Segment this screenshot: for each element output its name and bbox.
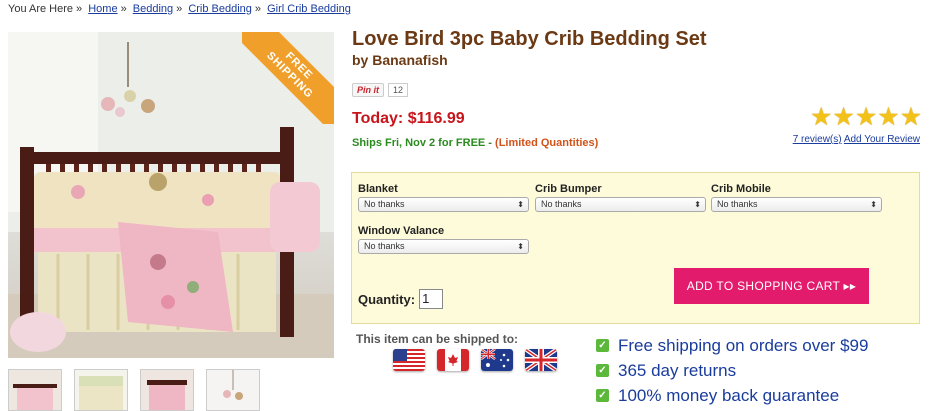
ships-date-text: Ships Fri, Nov 2 for FREE -	[352, 137, 492, 149]
option-label-crib-mobile: Crib Mobile	[711, 183, 771, 195]
product-main-image[interactable]: FREE SHIPPING	[8, 32, 334, 358]
select-crib-bumper[interactable]: No thanks ⬍	[535, 197, 706, 212]
star-icon: ★	[832, 103, 855, 131]
quantity-row: Quantity: 1	[358, 289, 444, 309]
pin-count: 12	[388, 83, 409, 97]
benefit-text: 365 day returns	[618, 360, 737, 380]
quantity-label: Quantity:	[358, 291, 416, 307]
checkmark-icon: ✓	[596, 339, 609, 352]
ship-to-label: This item can be shipped to:	[356, 332, 519, 346]
select-crib-bumper-value: No thanks	[541, 199, 582, 209]
benefits-list: ✓ Free shipping on orders over $99 ✓ 365…	[596, 333, 868, 408]
thumbnail-strip	[8, 369, 260, 411]
product-options-panel: Blanket No thanks ⬍ Crib Bumper No thank…	[351, 172, 920, 324]
pinterest-widget: Pin it 12	[352, 83, 409, 97]
select-arrows-icon: ⬍	[517, 242, 524, 251]
select-crib-mobile[interactable]: No thanks ⬍	[711, 197, 882, 212]
us-flag-icon	[393, 349, 425, 371]
select-arrows-icon: ⬍	[517, 200, 524, 209]
breadcrumb: You Are Here» Home» Bedding» Crib Beddin…	[8, 3, 351, 15]
canada-flag-icon	[437, 349, 469, 371]
option-label-crib-bumper: Crib Bumper	[535, 183, 602, 195]
benefit-item: ✓ Free shipping on orders over $99	[596, 333, 868, 358]
uk-flag-icon	[525, 349, 557, 371]
select-blanket-value: No thanks	[364, 199, 405, 209]
star-icon: ★	[854, 103, 878, 131]
star-icon: ★	[877, 103, 900, 131]
checkmark-icon: ✓	[596, 389, 609, 402]
option-blanket: Blanket No thanks ⬍	[358, 183, 529, 212]
checkmark-icon: ✓	[596, 364, 609, 377]
select-window-valance-value: No thanks	[364, 241, 405, 251]
limited-quantities-text: (Limited Quantities)	[495, 137, 599, 149]
ship-to-flags	[393, 349, 557, 371]
product-price: Today: $116.99	[352, 110, 465, 127]
breadcrumb-link-crib-bedding[interactable]: Crib Bedding	[188, 3, 252, 15]
breadcrumb-link-bedding[interactable]: Bedding	[133, 3, 173, 15]
benefit-text: 100% money back guarantee	[618, 385, 840, 405]
option-window-valance: Window Valance No thanks ⬍	[358, 225, 529, 254]
ships-info: Ships Fri, Nov 2 for FREE - (Limited Qua…	[352, 137, 598, 149]
option-crib-bumper: Crib Bumper No thanks ⬍	[535, 183, 706, 212]
select-arrows-icon: ⬍	[694, 200, 701, 209]
star-icon: ★	[899, 103, 923, 131]
pin-it-button[interactable]: Pin it	[352, 83, 384, 97]
select-crib-mobile-value: No thanks	[717, 199, 758, 209]
select-arrows-icon: ⬍	[870, 200, 877, 209]
free-shipping-ribbon: FREE SHIPPING	[242, 32, 334, 124]
thumbnail-1[interactable]	[8, 369, 62, 411]
benefit-item: ✓ 100% money back guarantee	[596, 383, 868, 408]
option-label-window-valance: Window Valance	[358, 225, 445, 237]
star-icon: ★	[810, 103, 833, 131]
thumbnail-3[interactable]	[140, 369, 194, 411]
add-to-cart-button[interactable]: ADD TO SHOPPING CART ▸▸	[674, 268, 869, 304]
australia-flag-icon	[481, 349, 513, 371]
breadcrumb-link-home[interactable]: Home	[88, 3, 117, 15]
breadcrumb-link-girl-crib-bedding[interactable]: Girl Crib Bedding	[267, 3, 351, 15]
product-title: Love Bird 3pc Baby Crib Bedding Set	[352, 28, 707, 50]
reviews-links: 7 review(s) Add Your Review	[793, 134, 920, 145]
reviews-count-link[interactable]: 7 review(s)	[793, 134, 842, 145]
thumbnail-2[interactable]	[74, 369, 128, 411]
thumbnail-4[interactable]	[206, 369, 260, 411]
option-label-blanket: Blanket	[358, 183, 398, 195]
breadcrumb-prefix: You Are Here	[8, 3, 74, 15]
product-brand[interactable]: by Bananafish	[352, 52, 448, 68]
quantity-input[interactable]: 1	[419, 289, 444, 309]
benefit-item: ✓ 365 day returns	[596, 358, 868, 383]
select-window-valance[interactable]: No thanks ⬍	[358, 239, 529, 254]
benefit-text: Free shipping on orders over $99	[618, 335, 869, 355]
add-review-link[interactable]: Add Your Review	[844, 134, 920, 145]
rating-stars: ★ ★ ★ ★ ★	[810, 104, 922, 130]
select-blanket[interactable]: No thanks ⬍	[358, 197, 529, 212]
option-crib-mobile: Crib Mobile No thanks ⬍	[711, 183, 882, 212]
